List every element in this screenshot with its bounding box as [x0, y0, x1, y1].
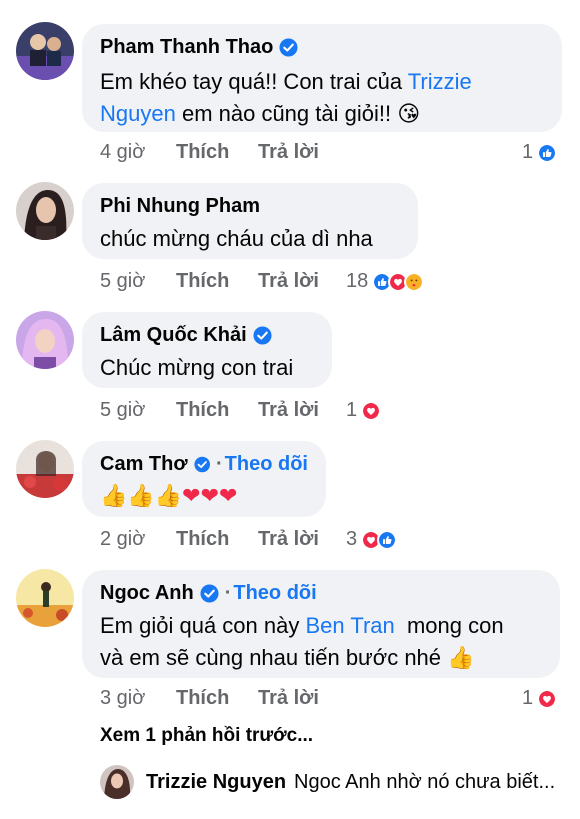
reaction-count[interactable]: 3: [346, 528, 398, 551]
comment-time[interactable]: 3 giờ: [100, 687, 176, 710]
comment-actions: 5 giờ Thích Trả lời: [100, 270, 348, 293]
comment-bubble: Cam Thơ · Theo dõi 👍👍👍❤❤❤: [82, 441, 326, 517]
follow-button[interactable]: Theo dõi: [233, 580, 316, 606]
reply-button[interactable]: Trả lời: [258, 687, 348, 710]
comment-time[interactable]: 2 giờ: [100, 528, 176, 551]
comment-text: 👍👍👍❤❤❤: [100, 484, 238, 509]
comment-bubble: Ngoc Anh · Theo dõi Em giỏi quá con này …: [82, 570, 560, 678]
verified-badge-icon: [193, 456, 210, 472]
comment-bubble: Phi Nhung Pham chúc mừng cháu của dì nha: [82, 183, 418, 259]
avatar[interactable]: [16, 22, 74, 80]
reaction-count[interactable]: 1: [346, 399, 382, 422]
reply-button[interactable]: Trả lời: [258, 270, 348, 293]
thumbs-up-emoji-icon: 👍: [447, 646, 475, 671]
reaction-count[interactable]: 1: [522, 687, 558, 710]
comment-actions: 5 giờ Thích Trả lời: [100, 399, 348, 422]
avatar[interactable]: [16, 569, 74, 627]
comment-text: Em khéo tay quá!! Con trai của Trizzie N…: [100, 69, 472, 127]
commenter-name[interactable]: Lâm Quốc Khải: [100, 322, 247, 348]
comment-actions: 4 giờ Thích Trả lời: [100, 141, 348, 164]
like-button[interactable]: Thích: [176, 270, 258, 293]
like-reaction-icon: [537, 142, 558, 163]
love-reaction-icon: [361, 400, 382, 421]
avatar[interactable]: [100, 765, 134, 799]
like-button[interactable]: Thích: [176, 687, 258, 710]
verified-badge-icon: [279, 37, 298, 57]
care-reaction-icon: [404, 271, 425, 292]
reply-preview[interactable]: Trizzie Nguyen Ngoc Anh nhờ nó chưa biết…: [100, 765, 555, 799]
love-reaction-icon: [537, 688, 558, 709]
reply-text: Ngoc Anh nhờ nó chưa biết...: [294, 770, 556, 793]
comment-actions: 3 giờ Thích Trả lời: [100, 687, 348, 710]
like-button[interactable]: Thích: [176, 141, 258, 164]
separator-dot: ·: [216, 453, 223, 475]
comment-actions: 2 giờ Thích Trả lời: [100, 528, 348, 551]
reply-author-name[interactable]: Trizzie Nguyen: [146, 771, 286, 794]
avatar[interactable]: [16, 311, 74, 369]
reply-button[interactable]: Trả lời: [258, 528, 348, 551]
like-button[interactable]: Thích: [176, 528, 258, 551]
comment-bubble: Pham Thanh Thao Em khéo tay quá!! Con tr…: [82, 24, 562, 132]
reply-button[interactable]: Trả lời: [258, 399, 348, 422]
reaction-count[interactable]: 1: [522, 141, 558, 164]
mention-link[interactable]: Trizzie: [408, 69, 472, 94]
comment-bubble: Lâm Quốc Khải Chúc mừng con trai: [82, 312, 332, 388]
commenter-name[interactable]: Cam Thơ: [100, 451, 188, 477]
comment-text: Em giỏi quá con này Ben Tran mong con và…: [100, 613, 504, 671]
comment-text: Chúc mừng con trai: [100, 355, 294, 380]
commenter-name[interactable]: Ngoc Anh: [100, 580, 194, 606]
comment-time[interactable]: 5 giờ: [100, 399, 176, 422]
avatar[interactable]: [16, 182, 74, 240]
reply-button[interactable]: Trả lời: [258, 141, 348, 164]
kiss-emoji-icon: 😘: [397, 102, 421, 127]
commenter-name[interactable]: Phi Nhung Pham: [100, 193, 260, 219]
comment-time[interactable]: 5 giờ: [100, 270, 176, 293]
like-reaction-icon: [377, 529, 398, 550]
verified-badge-icon: [200, 583, 219, 603]
mention-link[interactable]: Nguyen: [100, 101, 176, 126]
follow-button[interactable]: Theo dõi: [225, 451, 308, 477]
verified-badge-icon: [253, 325, 272, 345]
like-button[interactable]: Thích: [176, 399, 258, 422]
comment-text: chúc mừng cháu của dì nha: [100, 226, 373, 251]
commenter-name[interactable]: Pham Thanh Thao: [100, 34, 273, 60]
separator-dot: ·: [224, 582, 232, 604]
reaction-count[interactable]: 18: [346, 270, 425, 293]
avatar[interactable]: [16, 440, 74, 498]
view-previous-replies-link[interactable]: Xem 1 phản hồi trước...: [100, 725, 313, 747]
comment-time[interactable]: 4 giờ: [100, 141, 176, 164]
mention-link[interactable]: Ben Tran: [305, 613, 394, 638]
